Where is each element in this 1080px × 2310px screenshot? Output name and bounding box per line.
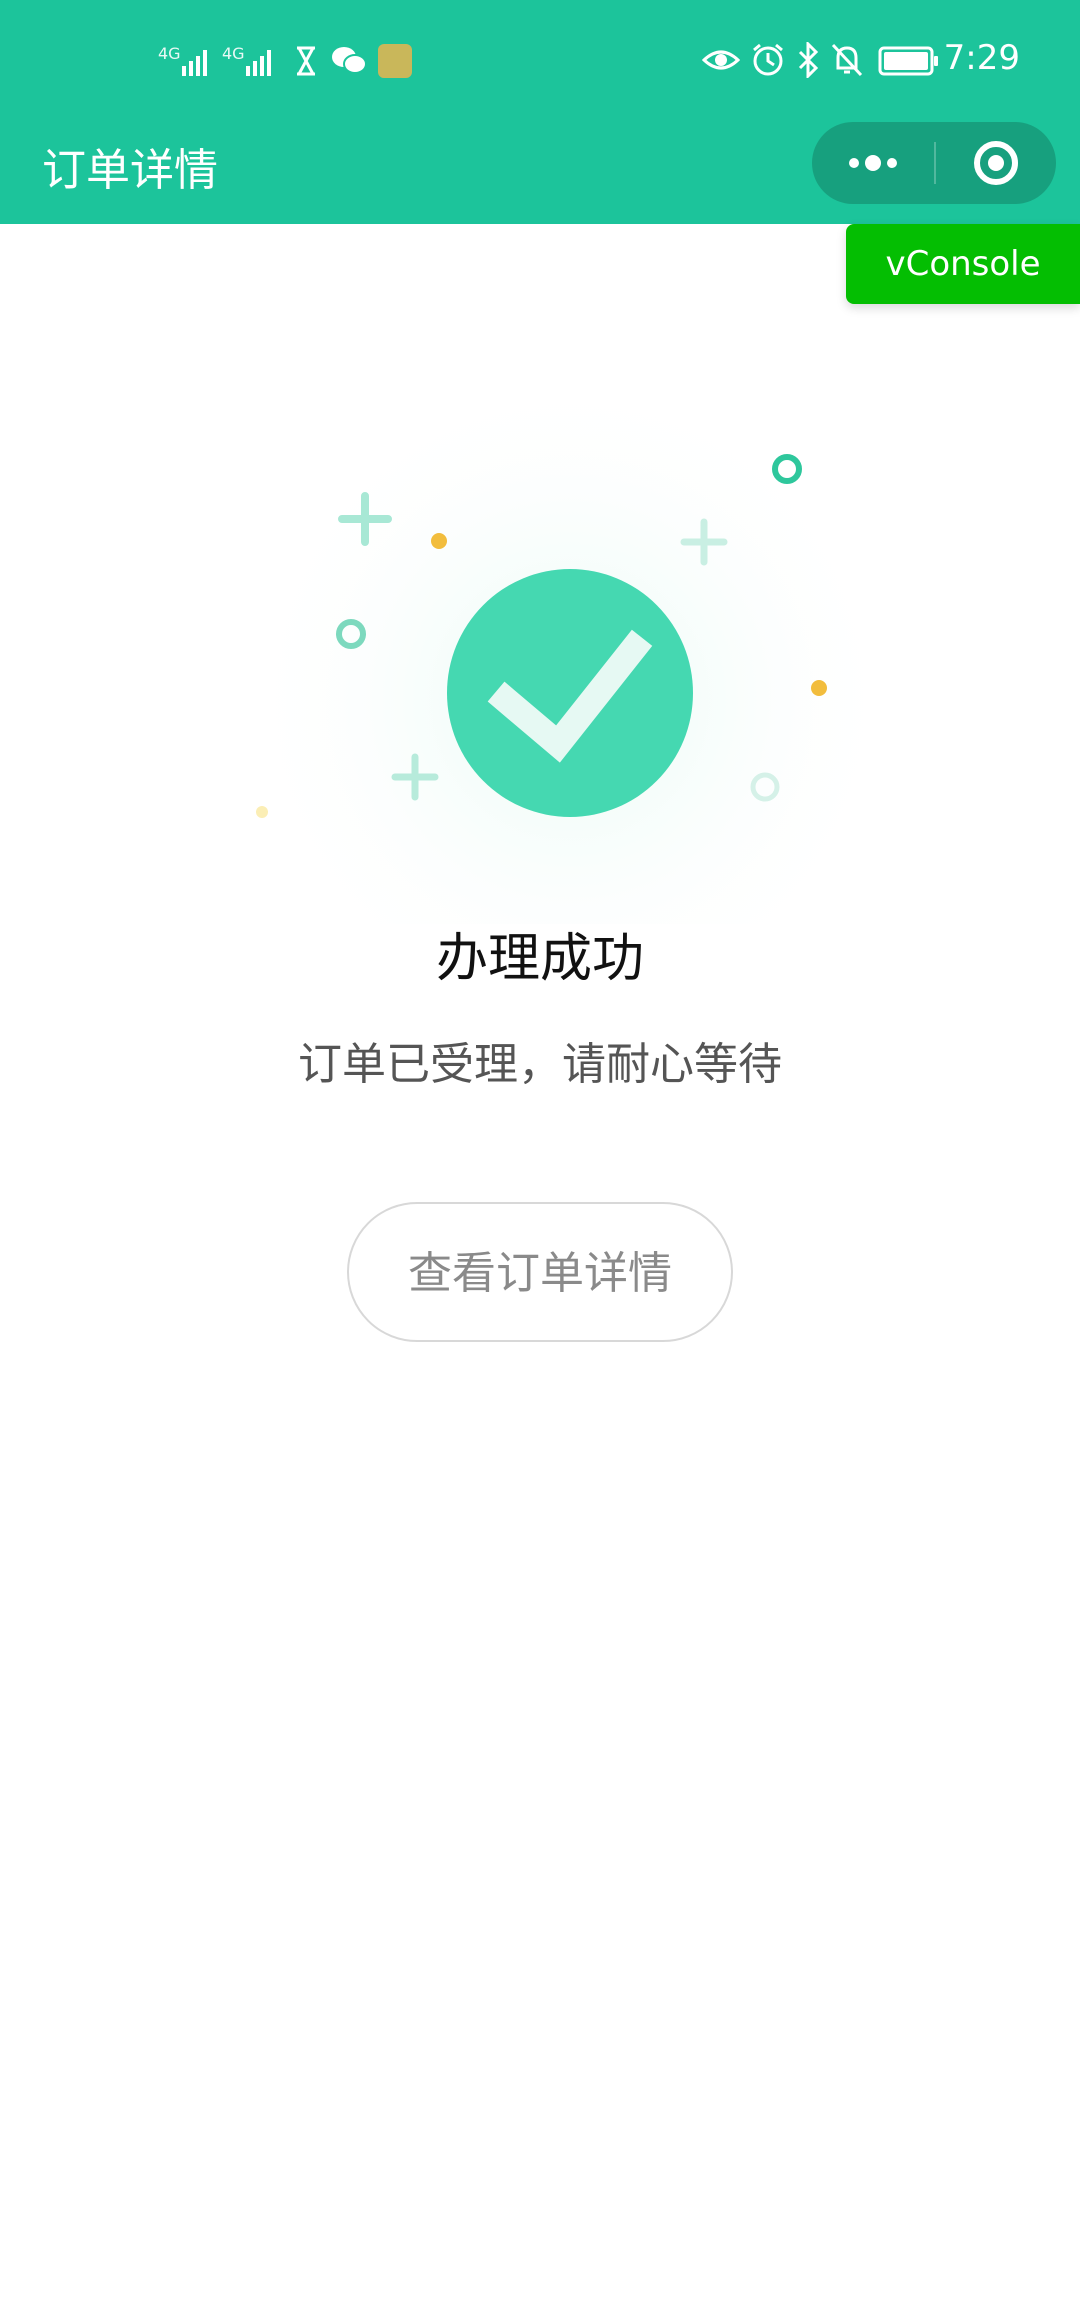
signal-icon [246,50,271,76]
network-type-label: 4G [158,44,181,63]
checkmark-circle-icon [447,569,693,817]
dot-decoration [811,680,827,696]
more-dots-icon [849,155,897,171]
dot-decoration [431,533,447,549]
hourglass-icon [297,46,315,76]
status-bar: 4G 4G 7:29 [0,0,1080,120]
app-icon [378,44,412,78]
dot-decoration [256,806,268,818]
success-title: 办理成功 [435,929,644,989]
network-type-label: 4G [222,44,245,63]
success-illustration [240,370,900,924]
page-title: 订单详情 [42,145,218,196]
close-button[interactable] [936,122,1056,204]
success-subtitle: 订单已受理，请耐心等待 [298,1039,782,1090]
battery-icon [878,46,938,76]
eye-icon [702,50,740,70]
alarm-icon [753,43,783,76]
status-time: 7:29 [943,38,1020,78]
mute-bell-icon [831,43,863,77]
bluetooth-icon [798,42,819,78]
wechat-icon [332,47,367,74]
view-order-detail-button[interactable]: 查看订单详情 [347,1202,733,1342]
more-button[interactable] [812,122,934,204]
miniprogram-capsule [812,122,1056,204]
close-target-icon [974,141,1018,185]
header-bar: 4G 4G 7:29 订单详情 [0,0,1080,224]
signal-icon [182,50,207,76]
